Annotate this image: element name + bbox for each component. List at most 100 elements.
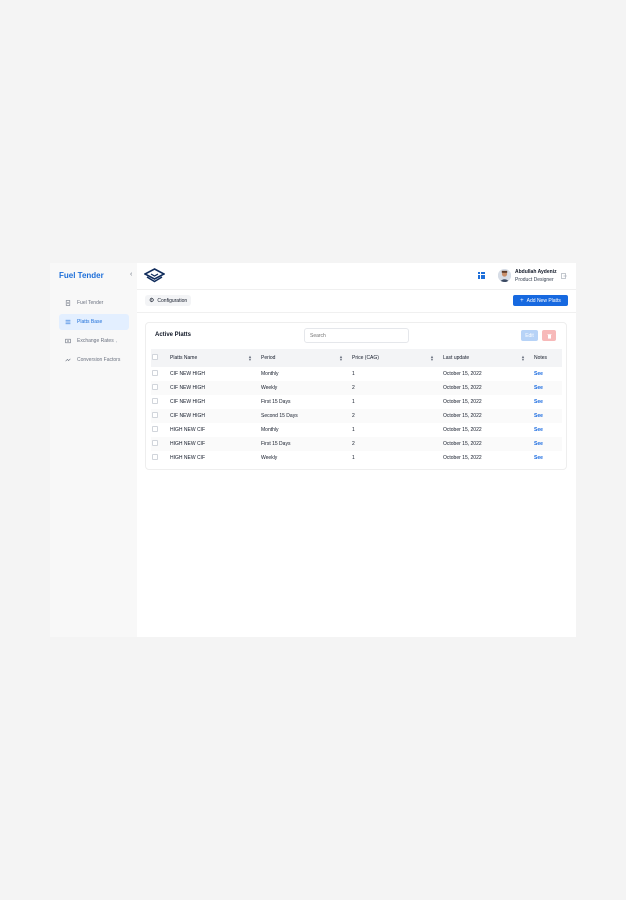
company-logo-icon[interactable]: [144, 268, 165, 284]
cell-notes: See: [534, 423, 562, 437]
cell-platts-name: HIGH NEW CIF: [170, 455, 205, 461]
see-notes-link[interactable]: See: [534, 413, 543, 419]
cell-price: 1: [352, 455, 355, 461]
cell-last-update: October 15, 2022: [443, 455, 482, 461]
see-notes-link[interactable]: See: [534, 399, 543, 405]
cell-platts-name: HIGH NEW CIF: [170, 427, 205, 433]
exchange-icon: [64, 337, 72, 345]
cell-last-update: October 15, 2022: [443, 381, 534, 395]
cell-price: 1: [352, 399, 355, 405]
table-row[interactable]: CIF NEW HIGH First 15 Days 1 October 15, 20…: [151, 395, 562, 409]
avatar[interactable]: [498, 269, 511, 282]
select-all-checkbox[interactable]: [152, 354, 158, 360]
row-checkbox[interactable]: [152, 370, 158, 376]
sidebar-item-fuel-tender[interactable]: Fuel Tender: [59, 295, 129, 311]
cell-period: Weekly: [261, 381, 352, 395]
cell-period: First 15 Days: [261, 399, 291, 405]
cell-platts-name: CIF NEW HIGH: [170, 381, 261, 395]
cell-period: Monthly: [261, 427, 279, 433]
sort-icon[interactable]: ▲ ▼: [339, 355, 343, 362]
cell-price: 2: [352, 409, 443, 423]
config-bar: ⚙ Configuration + Add New Platts: [137, 290, 576, 313]
see-notes-link[interactable]: See: [534, 455, 543, 461]
table-row[interactable]: CIF NEW HIGH Weekly 2 October 15, 2022 See: [151, 381, 562, 395]
collapse-sidebar-icon[interactable]: ‹: [130, 271, 132, 278]
table-header-row: Platts Name ▲ ▼ Period ▲ ▼ Price (CAG) ▲ ▼ Las…: [151, 349, 562, 367]
cell-price: 2: [352, 381, 443, 395]
document-icon: [64, 299, 72, 307]
column-label: Last update: [443, 355, 470, 361]
table-row[interactable]: HIGH NEW CIF Monthly 1 October 15, 2022 See: [151, 423, 562, 437]
column-label: Platts Name: [170, 355, 198, 361]
cell-notes: See: [534, 451, 562, 465]
row-select-cell: [151, 367, 170, 381]
cell-price: 1: [352, 371, 355, 377]
table-row[interactable]: CIF NEW HIGH Monthly 1 October 15, 2022 See: [151, 367, 562, 381]
sort-icon[interactable]: ▲ ▼: [521, 355, 525, 362]
logout-icon[interactable]: [561, 273, 567, 279]
apps-grid-icon[interactable]: [478, 272, 486, 280]
trend-icon: [64, 356, 72, 364]
cell-notes: See: [534, 381, 562, 395]
column-label: Period: [261, 355, 276, 361]
sidebar-item-platts-base[interactable]: Platts Base: [59, 314, 129, 330]
active-platts-card: Active Platts Edit Platts Name ▲▼: [145, 322, 567, 470]
sort-icon[interactable]: ▲ ▼: [248, 355, 252, 362]
row-checkbox[interactable]: [152, 412, 158, 418]
sidebar-item-label: Conversion Factors: [77, 357, 121, 363]
user-name: Abdullah Aydeniz: [515, 269, 557, 275]
cell-period: First 15 Days: [261, 437, 352, 451]
add-new-platts-button[interactable]: + Add New Platts: [513, 295, 568, 306]
table-row[interactable]: HIGH NEW CIF Weekly 1 October 15, 2022 See: [151, 451, 562, 465]
see-notes-link[interactable]: See: [534, 441, 543, 447]
see-notes-link[interactable]: See: [534, 427, 543, 433]
sidebar: Fuel Tender ‹ Fuel Tender Platts Base Ex…: [50, 263, 137, 637]
cell-price: 1: [352, 427, 355, 433]
main-content: Abdullah Aydeniz Product Designer ⚙ Conf…: [137, 263, 576, 637]
see-notes-link[interactable]: See: [534, 385, 543, 391]
sidebar-item-label: Fuel Tender: [77, 300, 104, 306]
row-select-cell: [151, 423, 170, 437]
row-select-cell: [151, 409, 170, 423]
sidebar-item-conversion-factors[interactable]: Conversion Factors: [59, 352, 129, 368]
table-row[interactable]: HIGH NEW CIF First 15 Days 2 October 15, 20…: [151, 437, 562, 451]
cell-notes: See: [534, 437, 562, 451]
row-checkbox[interactable]: [152, 398, 158, 404]
table-row[interactable]: CIF NEW HIGH Second 15 Days 2 October 15, 2…: [151, 409, 562, 423]
row-checkbox[interactable]: [152, 384, 158, 390]
cell-notes: See: [534, 395, 562, 409]
sidebar-item-label: Platts Base: [77, 319, 103, 325]
column-label: Price (CAG): [352, 355, 379, 361]
see-notes-link[interactable]: See: [534, 371, 543, 377]
edit-button[interactable]: Edit: [521, 330, 538, 341]
configuration-button[interactable]: ⚙ Configuration: [145, 295, 192, 306]
delete-button[interactable]: [542, 330, 556, 341]
cell-period: Second 15 Days: [261, 409, 352, 423]
cell-platts-name: HIGH NEW CIF: [170, 437, 261, 451]
cell-price: 2: [352, 437, 443, 451]
chevron-right-icon: ›: [115, 338, 118, 344]
cell-platts-name: CIF NEW HIGH: [170, 371, 205, 377]
sidebar-nav: Fuel Tender Platts Base Exchange Rates ›: [59, 295, 129, 371]
column-header-price[interactable]: Price (CAG) ▲ ▼: [352, 349, 443, 367]
list-icon: [64, 318, 72, 326]
row-checkbox[interactable]: [152, 454, 158, 460]
cell-last-update: October 15, 2022: [443, 409, 534, 423]
cell-notes: See: [534, 367, 562, 381]
column-header-last-update[interactable]: Last update ▲ ▼: [443, 349, 534, 367]
column-header-notes: Notes: [534, 349, 562, 367]
top-bar: Abdullah Aydeniz Product Designer: [137, 263, 576, 290]
sort-icon[interactable]: ▲ ▼: [430, 355, 434, 362]
column-header-platts-name[interactable]: Platts Name ▲ ▼: [170, 349, 261, 367]
row-checkbox[interactable]: [152, 440, 158, 446]
row-select-cell: [151, 437, 170, 451]
gear-icon: ⚙: [149, 298, 155, 304]
row-select-cell: [151, 381, 170, 395]
cell-period: Weekly: [261, 455, 278, 461]
card-title: Active Platts: [155, 332, 192, 338]
plus-icon: +: [520, 297, 524, 304]
search-input[interactable]: [304, 328, 409, 343]
row-checkbox[interactable]: [152, 426, 158, 432]
sidebar-item-exchange-rates[interactable]: Exchange Rates ›: [59, 333, 129, 349]
column-header-period[interactable]: Period ▲ ▼: [261, 349, 352, 367]
